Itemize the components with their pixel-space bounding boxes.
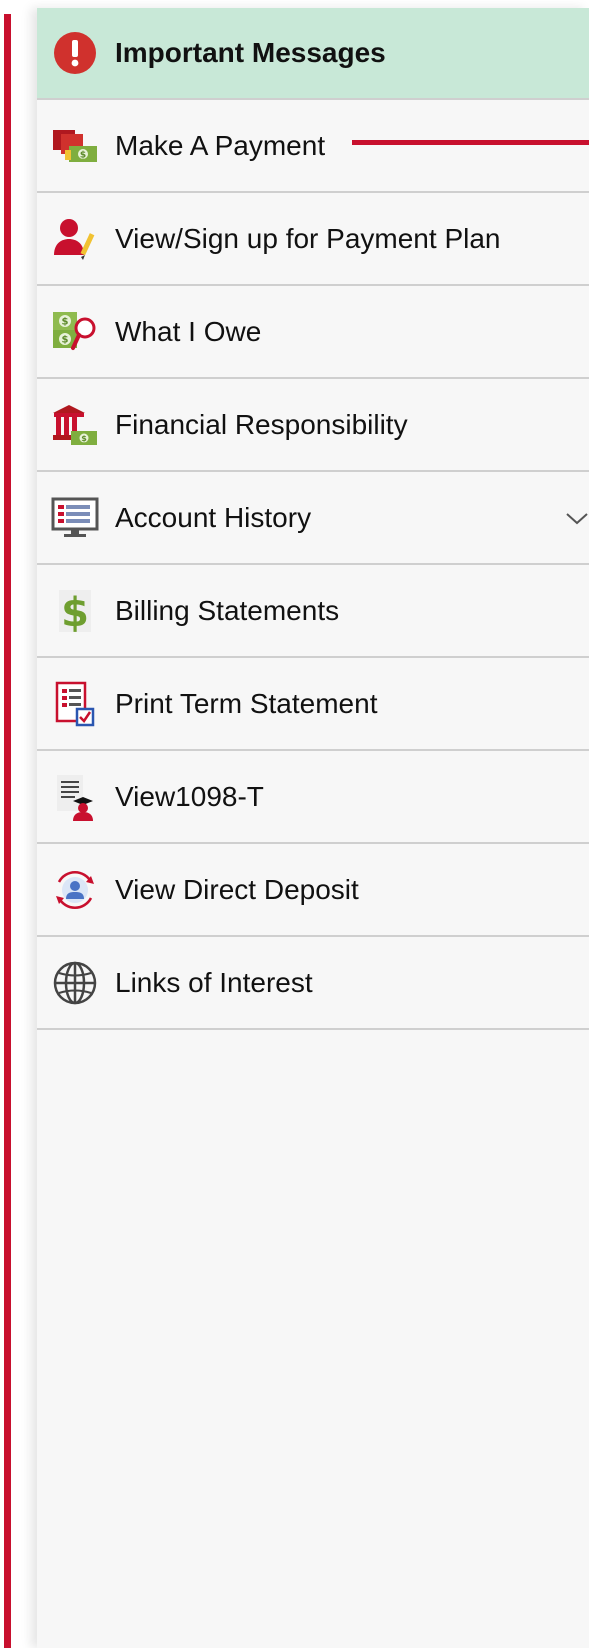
exclamation-circle-icon [51, 29, 99, 77]
menu-item-important-messages[interactable]: Important Messages [37, 8, 589, 100]
menu-item-label: View/Sign up for Payment Plan [115, 222, 501, 254]
menu-item-account-history[interactable]: Account History [37, 472, 589, 565]
menu-item-label: Billing Statements [115, 594, 340, 626]
menu-item-label: View Direct Deposit [115, 873, 359, 905]
menu-item-what-i-owe[interactable]: $ $ What I Owe [37, 286, 589, 379]
menu-item-billing-statements[interactable]: $ Billing Statements [37, 565, 589, 658]
left-accent-rule [4, 14, 11, 1648]
globe-icon [51, 959, 99, 1007]
menu-item-label: Financial Responsibility [115, 408, 408, 440]
monitor-list-icon [51, 494, 99, 542]
chevron-down-icon[interactable] [561, 508, 589, 528]
menu-item-view-1098t[interactable]: View1098-T [37, 751, 589, 844]
menu-item-label: What I Owe [115, 315, 262, 347]
menu-item-label: Make A Payment [115, 129, 326, 161]
dollar-sign-icon: $ [51, 587, 99, 635]
menu-item-label: Account History [115, 501, 312, 533]
svg-text:$: $ [80, 150, 86, 160]
svg-text:$: $ [61, 590, 89, 634]
svg-text:$: $ [81, 434, 87, 443]
deposit-person-cycle-icon [51, 866, 99, 914]
sidebar-menu-panel: Important Messages $ Make A Payment View… [37, 8, 589, 1648]
menu-item-label: Links of Interest [115, 966, 313, 998]
user-pencil-icon [51, 215, 99, 263]
menu-item-financial-responsibility[interactable]: $ Financial Responsibility [37, 379, 589, 472]
svg-text:$: $ [62, 334, 69, 345]
document-checkbox-icon [51, 680, 99, 728]
menu-item-view-direct-deposit[interactable]: View Direct Deposit [37, 844, 589, 937]
sidebar-menu: Important Messages $ Make A Payment View… [37, 8, 589, 1030]
menu-item-print-term-statement[interactable]: Print Term Statement [37, 658, 589, 751]
bank-money-icon: $ [51, 401, 99, 449]
menu-item-label: Print Term Statement [115, 687, 378, 719]
menu-item-label: Important Messages [115, 37, 386, 68]
menu-item-links-of-interest[interactable]: Links of Interest [37, 937, 589, 1030]
svg-text:$: $ [62, 316, 69, 327]
menu-item-label: View1098-T [115, 780, 264, 812]
annotation-pointer-line [352, 140, 589, 145]
menu-item-payment-plan[interactable]: View/Sign up for Payment Plan [37, 193, 589, 286]
menu-item-make-a-payment[interactable]: $ Make A Payment [37, 100, 589, 193]
money-magnifier-icon: $ $ [51, 308, 99, 356]
payment-cards-icon: $ [51, 122, 99, 170]
document-graduate-icon [51, 773, 99, 821]
